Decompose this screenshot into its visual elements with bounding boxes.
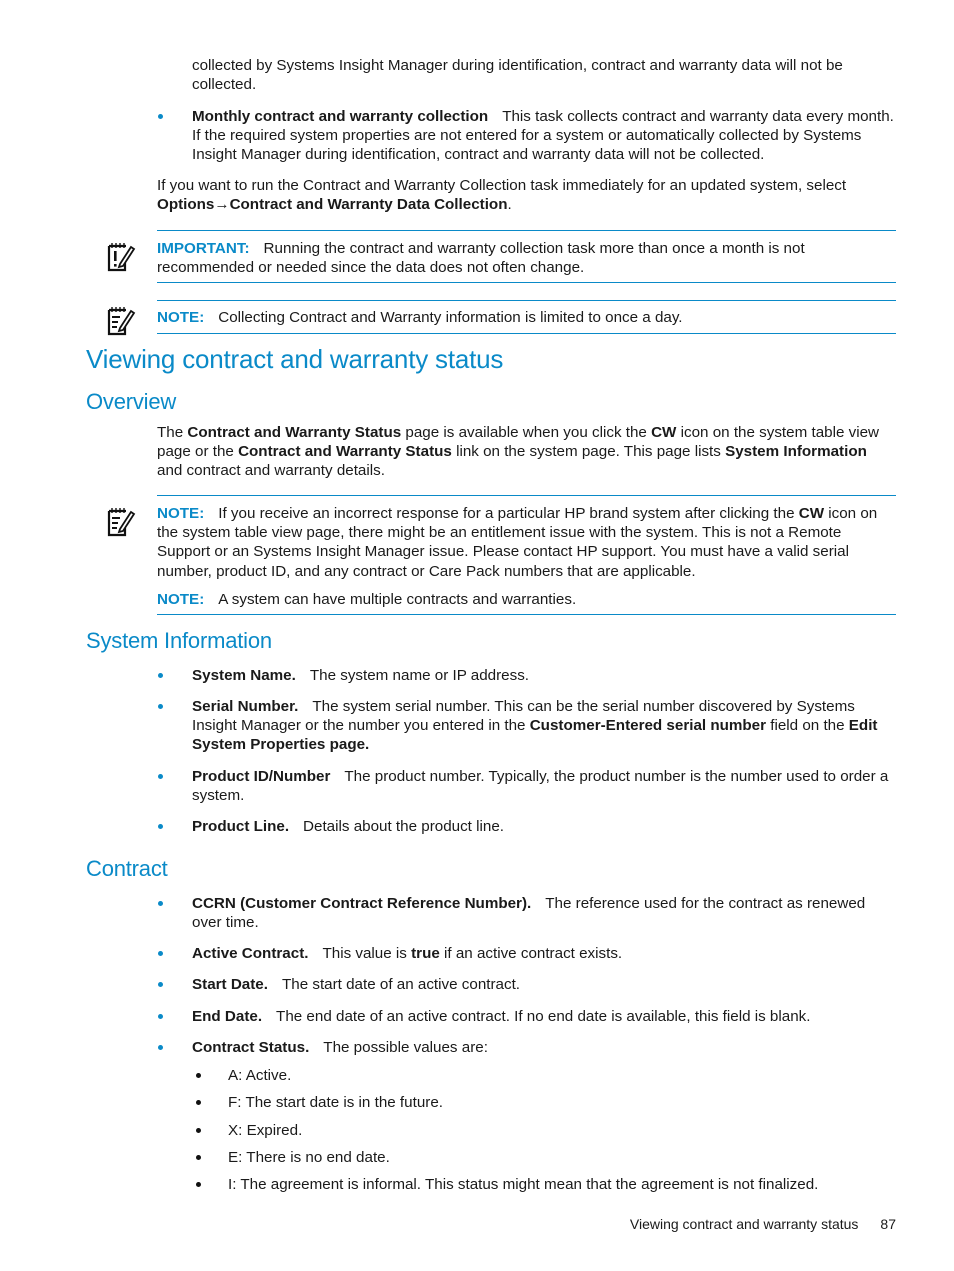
- status-value-item: E: There is no end date.: [228, 1149, 390, 1166]
- desc-bold: true: [411, 945, 440, 962]
- bullet-icon: [196, 1128, 201, 1133]
- overview-heading: Overview: [86, 389, 177, 414]
- section-title: Viewing contract and warranty status: [86, 344, 504, 374]
- term: Product ID/Number: [192, 768, 331, 785]
- list-item-system-name: System Name. The system name or IP addres…: [192, 666, 900, 685]
- note-label: NOTE:: [157, 309, 205, 326]
- page-footer: Viewing contract and warranty status 87: [560, 1215, 896, 1233]
- note-label: NOTE:: [157, 591, 205, 608]
- overview-text: link on the system page. This page lists: [451, 443, 726, 461]
- desc: The system name or IP address.: [309, 667, 530, 684]
- bullet-icon: [158, 824, 163, 829]
- desc: field on the: [766, 717, 849, 735]
- overview-bold: CW: [651, 424, 677, 441]
- divider: [157, 282, 896, 283]
- note-box-2-second: NOTE: A system can have multiple contract…: [157, 590, 895, 609]
- bullet-icon: [158, 1014, 163, 1019]
- term: Start Date.: [192, 976, 268, 993]
- bullet-icon: [158, 673, 163, 678]
- contract-heading: Contract: [86, 856, 168, 881]
- run-now-paragraph: If you want to run the Contract and Warr…: [157, 176, 877, 214]
- divider: [157, 230, 896, 231]
- list-item-ccrn: CCRN (Customer Contract Reference Number…: [192, 894, 892, 932]
- overview-text: and contract and warranty details.: [157, 462, 385, 480]
- status-value-item: X: Expired.: [228, 1122, 303, 1139]
- bullet-icon: [158, 114, 163, 119]
- note-box-2: NOTE: If you receive an incorrect respons…: [157, 504, 895, 581]
- overview-bold: Contract and Warranty Status: [187, 424, 402, 441]
- overview-paragraph: The Contract and Warranty Status page is…: [157, 423, 885, 481]
- desc: Details about the product line.: [303, 818, 504, 835]
- desc: The possible values are:: [323, 1039, 488, 1056]
- list-item-serial-number: Serial Number. The system serial number. …: [192, 697, 900, 755]
- run-now-text: If you want to run the Contract and Warr…: [157, 177, 847, 194]
- bullet-icon: [158, 901, 163, 906]
- important-text: Running the contract and warranty collec…: [157, 240, 805, 277]
- note-text: Collecting Contract and Warranty informa…: [218, 309, 683, 326]
- note-pencil-icon: [107, 508, 136, 537]
- bullet-icon: [196, 1100, 201, 1105]
- status-value-item: F: The start date is in the future.: [228, 1094, 443, 1111]
- running-title: Viewing contract and warranty status: [629, 1216, 859, 1232]
- list-item-active-contract: Active Contract. This value is true if an…: [192, 944, 900, 963]
- list-item-contract-status: Contract Status. The possible values are:: [192, 1038, 900, 1057]
- term: CCRN (Customer Contract Reference Number…: [192, 895, 532, 912]
- note-pencil-icon: [107, 307, 136, 336]
- desc: The start date of an active contract.: [281, 976, 521, 993]
- important-note-icon: [107, 243, 136, 272]
- note-box-1: NOTE: Collecting Contract and Warranty in…: [157, 308, 899, 327]
- term: End Date.: [192, 1008, 263, 1025]
- list-item-product-id: Product ID/Number The product number. Typ…: [192, 767, 900, 805]
- page-number: 87: [880, 1216, 896, 1232]
- note-text: A system can have multiple contracts and…: [218, 591, 577, 608]
- divider: [157, 333, 896, 334]
- list-item-end-date: End Date. The end date of an active contr…: [192, 1007, 900, 1026]
- period: .: [507, 196, 512, 214]
- important-label: IMPORTANT:: [157, 240, 250, 257]
- term: Serial Number.: [192, 698, 299, 715]
- note-bold: CW: [798, 505, 825, 522]
- term: Active Contract.: [192, 945, 309, 962]
- overview-bold: Contract and Warranty Status: [238, 443, 452, 461]
- divider: [157, 614, 896, 615]
- note-text: If you receive an incorrect response for…: [218, 505, 799, 522]
- term: Product Line.: [192, 818, 290, 835]
- divider: [157, 495, 896, 496]
- term: System Name.: [192, 667, 296, 684]
- bullet-icon: [158, 774, 163, 779]
- status-value-item: I: The agreement is informal. This statu…: [228, 1176, 819, 1193]
- term: Contract Status.: [192, 1039, 310, 1056]
- overview-bold: System Information: [725, 443, 867, 461]
- intro-continuation: collected by Systems Insight Manager dur…: [192, 57, 843, 94]
- bullet-icon: [196, 1073, 201, 1078]
- list-item-start-date: Start Date. The start date of an active c…: [192, 975, 900, 994]
- important-box: IMPORTANT: Running the contract and warra…: [157, 239, 899, 277]
- overview-text: The: [157, 424, 188, 441]
- term-monthly: Monthly contract and warranty collection: [192, 108, 489, 125]
- bullet-icon: [196, 1182, 201, 1187]
- bullet-icon: [158, 704, 163, 709]
- desc: The end date of an active contract. If n…: [276, 1008, 811, 1025]
- list-item-monthly: Monthly contract and warranty collection…: [192, 107, 900, 165]
- desc-bold: Customer-Entered serial number: [529, 717, 767, 735]
- divider: [157, 300, 896, 301]
- menu-path-cw-collection: Contract and Warranty Data Collection: [229, 196, 508, 214]
- bullet-icon: [158, 951, 163, 956]
- status-value-item: A: Active.: [228, 1067, 292, 1084]
- menu-path-options: Options: [157, 196, 215, 214]
- bullet-icon: [158, 1045, 163, 1050]
- bullet-icon: [196, 1155, 201, 1160]
- system-information-heading: System Information: [86, 628, 272, 653]
- bullet-icon: [158, 982, 163, 987]
- desc: This value is: [322, 945, 412, 962]
- arrow-icon: →: [214, 196, 230, 214]
- desc: if an active contract exists.: [439, 945, 623, 962]
- overview-text: page is available when you click the: [401, 424, 652, 441]
- note-label: NOTE:: [157, 505, 205, 522]
- list-item-product-line: Product Line. Details about the product l…: [192, 817, 900, 836]
